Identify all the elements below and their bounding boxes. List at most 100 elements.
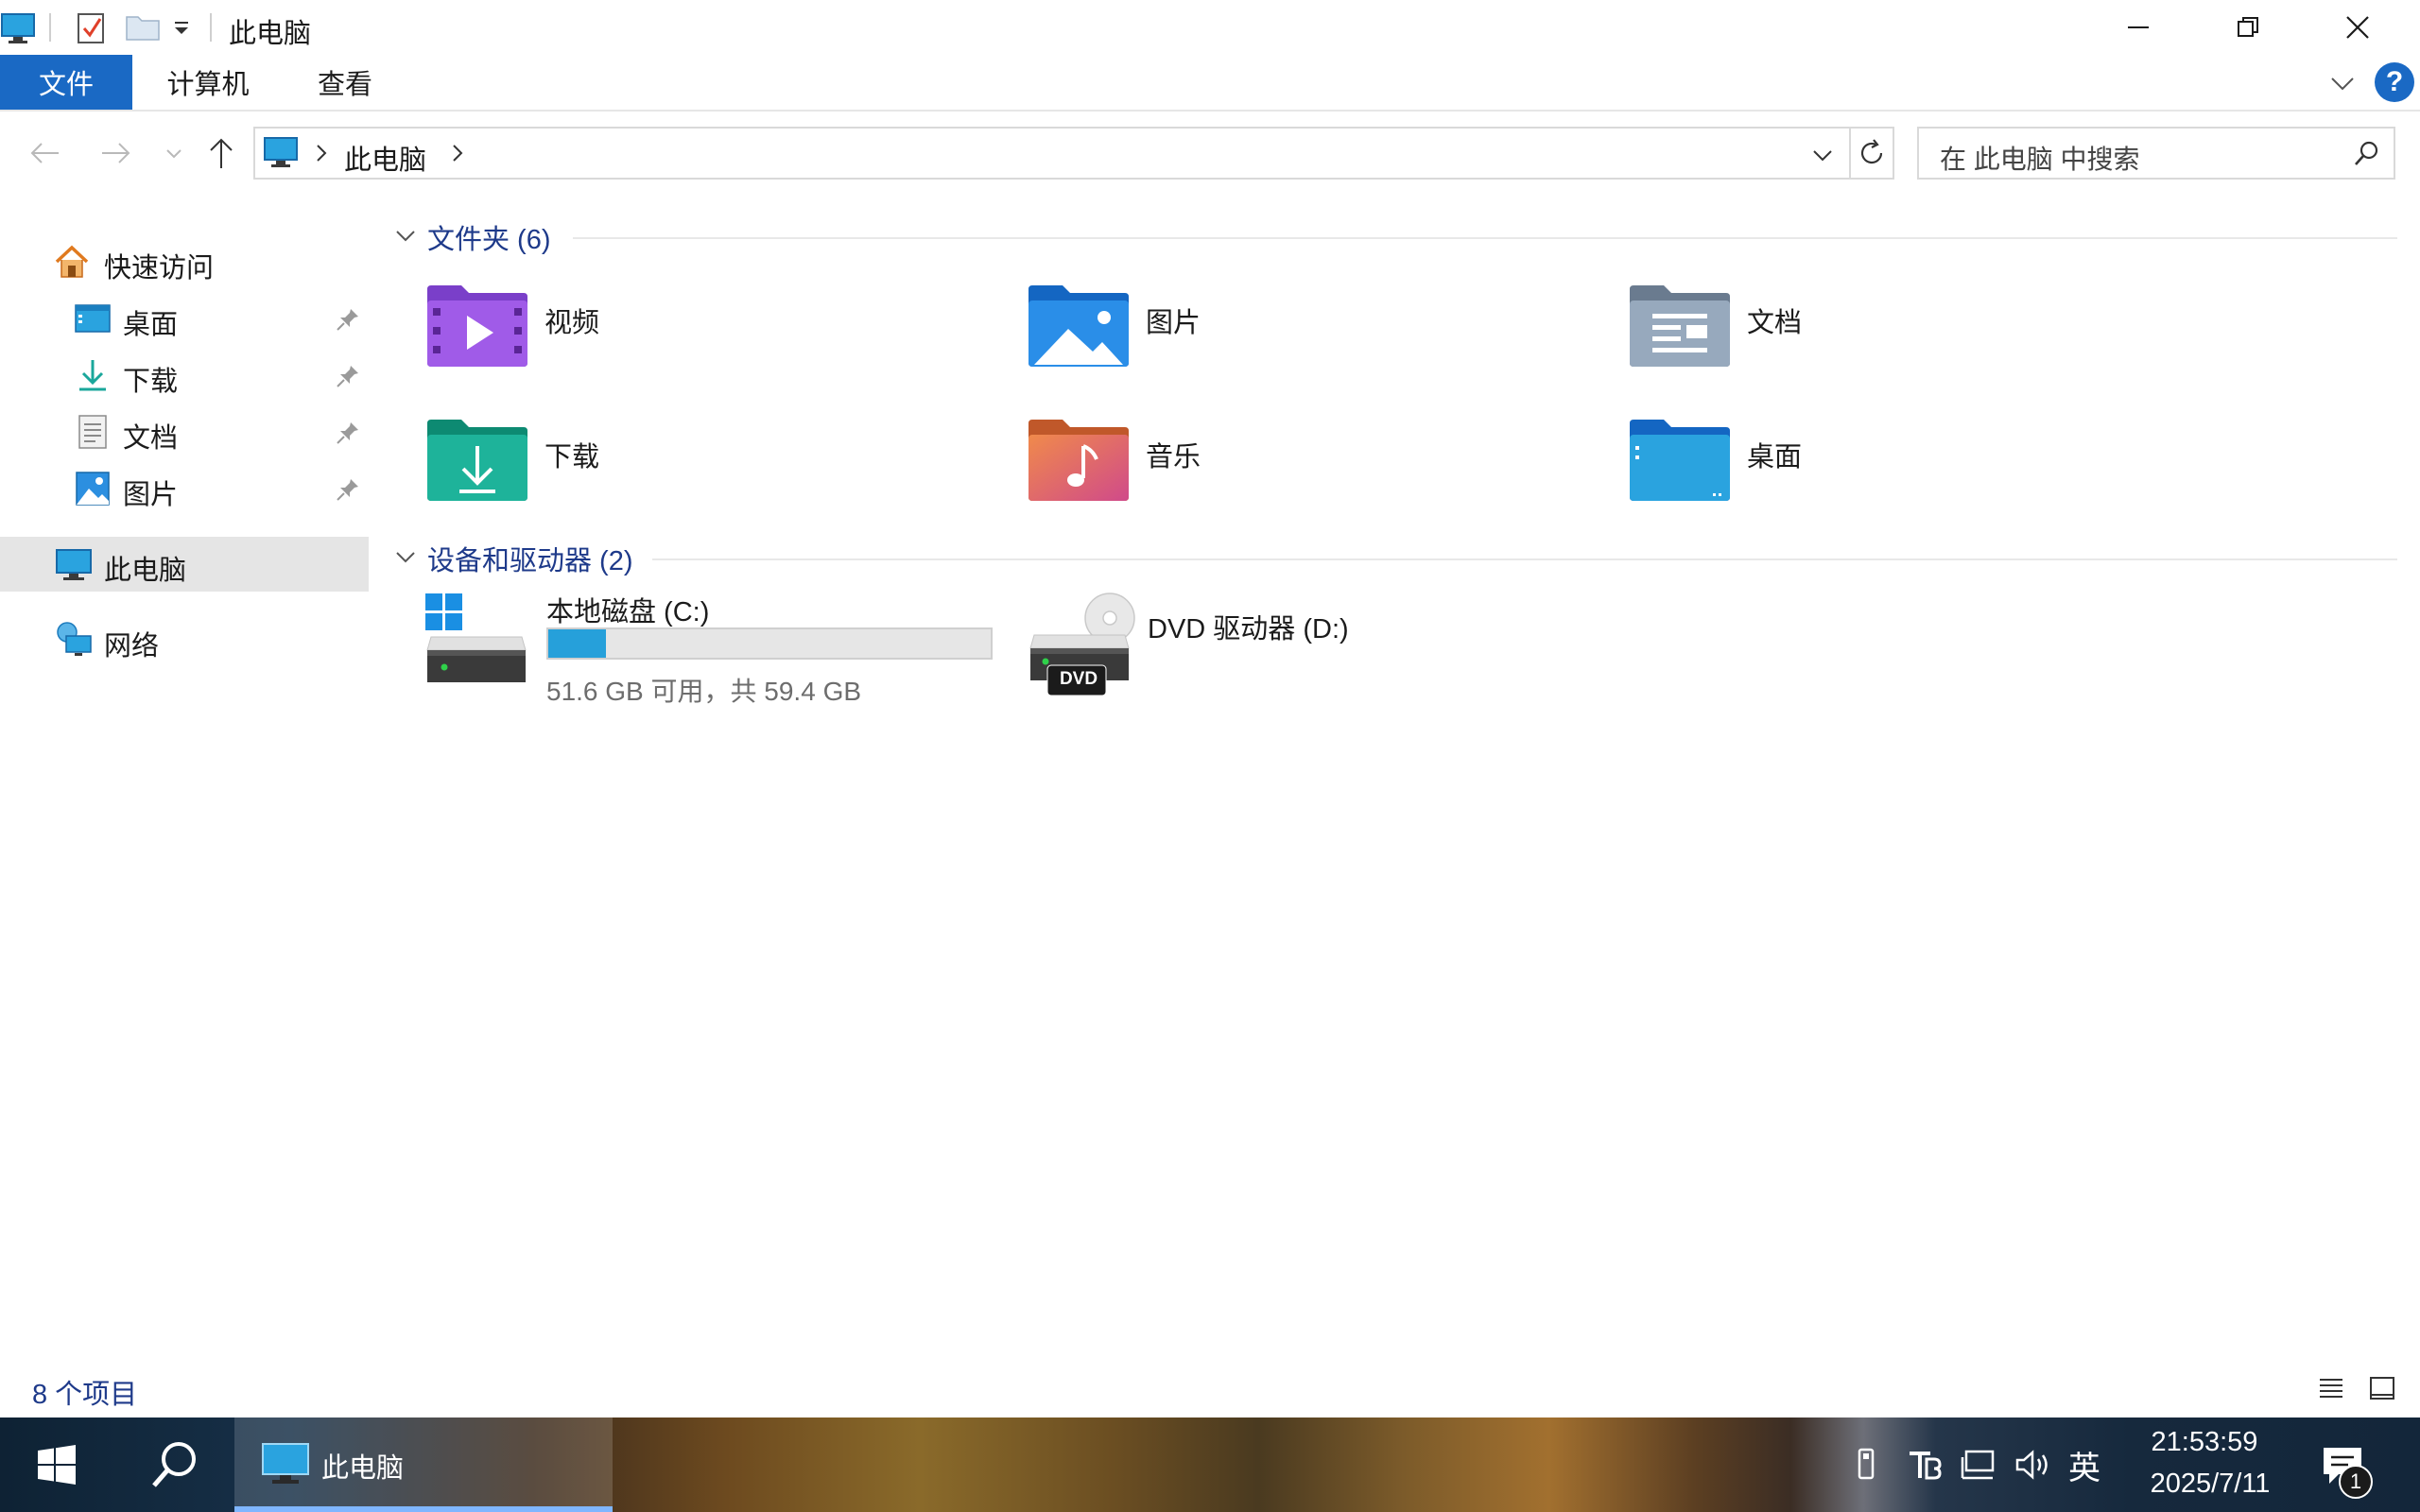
volume-icon[interactable] xyxy=(2014,1446,2051,1484)
this-pc-icon[interactable] xyxy=(0,11,36,45)
close-icon xyxy=(2346,16,2369,39)
folder-label-pictures: 图片 xyxy=(1146,308,1201,338)
nav-item-network[interactable]: 网络 xyxy=(0,612,369,667)
minimize-icon xyxy=(2128,26,2149,28)
this-pc-icon xyxy=(264,137,298,167)
taskbar-search-button[interactable] xyxy=(123,1418,227,1512)
window-title: 此电脑 xyxy=(229,19,312,49)
nav-label-downloads: 下载 xyxy=(123,367,179,397)
folder-music[interactable]: 音乐 xyxy=(1027,418,1594,531)
taskbar-app-this-pc[interactable]: 此电脑 xyxy=(234,1418,613,1512)
back-button[interactable] xyxy=(25,132,66,174)
network-tray-icon[interactable] xyxy=(1959,1446,1996,1484)
nav-item-pictures[interactable]: 图片 xyxy=(0,461,369,516)
documents-folder-icon xyxy=(1630,285,1730,367)
new-folder-icon[interactable] xyxy=(125,11,161,43)
search-box[interactable]: 在 此电脑 中搜索 xyxy=(1917,127,2395,180)
clock-date[interactable]: 2025/7/11 xyxy=(2135,1469,2286,1500)
input-method-indicator[interactable]: 英 xyxy=(2068,1442,2100,1488)
chevron-right-icon[interactable] xyxy=(310,142,333,164)
tab-computer[interactable]: 计算机 xyxy=(142,55,274,110)
drive-free-space-c: 51.6 GB 可用，共 59.4 GB xyxy=(546,677,862,706)
navigation-pane: 快速访问 桌面 下载 文档 图片 此电脑 网络 xyxy=(0,217,369,1351)
ribbon-expand-icon[interactable] xyxy=(2325,66,2360,100)
tab-file[interactable]: 文件 xyxy=(0,55,132,110)
folder-label-documents: 文档 xyxy=(1747,308,1803,338)
taskbar: 此电脑 英 21:53:59 2025/7/11 1 xyxy=(0,1418,2420,1512)
pin-icon[interactable] xyxy=(335,306,361,333)
chevron-down-icon xyxy=(396,231,415,242)
arrow-left-icon xyxy=(30,143,59,163)
folder-documents[interactable]: 文档 xyxy=(1628,284,2195,397)
folder-label-downloads: 下载 xyxy=(544,442,600,472)
search-placeholder: 在 此电脑 中搜索 xyxy=(1940,145,2140,174)
desktop-folder-icon xyxy=(1630,420,1730,501)
home-icon xyxy=(55,245,89,278)
videos-folder-icon xyxy=(427,285,527,367)
pin-icon[interactable] xyxy=(335,420,361,446)
clock-time[interactable]: 21:53:59 xyxy=(2148,1427,2261,1458)
group-title-folders: 文件夹 (6) xyxy=(427,225,551,255)
address-bar[interactable]: 此电脑 xyxy=(253,127,1851,180)
tab-view[interactable]: 查看 xyxy=(284,55,406,110)
network-icon xyxy=(57,622,92,656)
address-history-button[interactable] xyxy=(1806,138,1840,172)
details-view-button[interactable] xyxy=(2312,1370,2350,1408)
drive-d[interactable]: DVD DVD 驱动器 (D:) xyxy=(1027,586,1405,709)
title-bar: 此电脑 xyxy=(0,0,2420,55)
nav-item-downloads[interactable]: 下载 xyxy=(0,348,369,403)
recent-locations-button[interactable] xyxy=(155,132,193,174)
properties-icon[interactable] xyxy=(76,11,108,45)
group-header-folders[interactable]: 文件夹 (6) xyxy=(393,215,2403,255)
download-icon xyxy=(79,360,106,391)
large-icons-view-icon xyxy=(2370,1377,2394,1400)
drive-c[interactable]: 本地磁盘 (C:) 51.6 GB 可用，共 59.4 GB xyxy=(424,586,1000,709)
folder-downloads[interactable]: 下载 xyxy=(425,418,993,531)
help-button[interactable]: ? xyxy=(2375,62,2414,102)
large-icons-view-button[interactable] xyxy=(2363,1370,2401,1408)
address-path[interactable]: 此电脑 xyxy=(344,138,426,178)
refresh-icon xyxy=(1860,139,1883,164)
group-divider xyxy=(652,558,2397,560)
windows-logo-icon xyxy=(38,1445,76,1485)
folder-label-desktop: 桌面 xyxy=(1747,442,1803,472)
nav-item-documents[interactable]: 文档 xyxy=(0,404,369,459)
pictures-icon xyxy=(76,472,110,506)
group-header-drives[interactable]: 设备和驱动器 (2) xyxy=(393,537,2403,576)
search-icon[interactable] xyxy=(2352,140,2380,168)
arrow-up-icon xyxy=(210,138,233,168)
usb-device-icon[interactable] xyxy=(1847,1446,1885,1484)
chevron-down-icon xyxy=(1813,150,1832,162)
chevron-down-icon xyxy=(166,149,182,159)
search-icon xyxy=(152,1442,196,1487)
group-title-drives: 设备和驱动器 (2) xyxy=(427,546,633,576)
folder-label-music: 音乐 xyxy=(1146,442,1201,472)
nav-item-desktop[interactable]: 桌面 xyxy=(0,291,369,346)
forward-button[interactable] xyxy=(95,132,136,174)
close-button[interactable] xyxy=(2303,0,2412,55)
nav-label-pictures: 图片 xyxy=(123,480,179,510)
pin-icon[interactable] xyxy=(335,363,361,389)
start-button[interactable] xyxy=(0,1418,113,1512)
restore-button[interactable] xyxy=(2193,0,2303,55)
drive-name-d: DVD 驱动器 (D:) xyxy=(1148,614,1349,644)
pin-icon[interactable] xyxy=(335,476,361,503)
up-button[interactable] xyxy=(200,132,242,174)
nav-quick-access[interactable]: 快速访问 xyxy=(0,234,369,289)
taskbar-app-label: 此电脑 xyxy=(321,1453,405,1484)
app-tray-icon[interactable] xyxy=(1906,1446,1944,1484)
drive-usage-bar xyxy=(546,627,993,660)
folder-desktop[interactable]: 桌面 xyxy=(1628,418,2195,531)
this-pc-icon xyxy=(262,1443,309,1484)
folder-pictures[interactable]: 图片 xyxy=(1027,284,1594,397)
nav-item-this-pc[interactable]: 此电脑 xyxy=(0,537,369,592)
refresh-button[interactable] xyxy=(1851,127,1894,180)
folder-videos[interactable]: 视频 xyxy=(425,284,993,397)
nav-label-documents: 文档 xyxy=(123,423,179,454)
chevron-down-icon xyxy=(396,552,415,563)
arrow-right-icon xyxy=(102,143,130,163)
customize-toolbar-icon[interactable] xyxy=(172,19,191,38)
minimize-button[interactable] xyxy=(2083,0,2193,55)
chevron-right-icon[interactable] xyxy=(446,142,469,164)
nav-label-desktop: 桌面 xyxy=(123,310,179,340)
